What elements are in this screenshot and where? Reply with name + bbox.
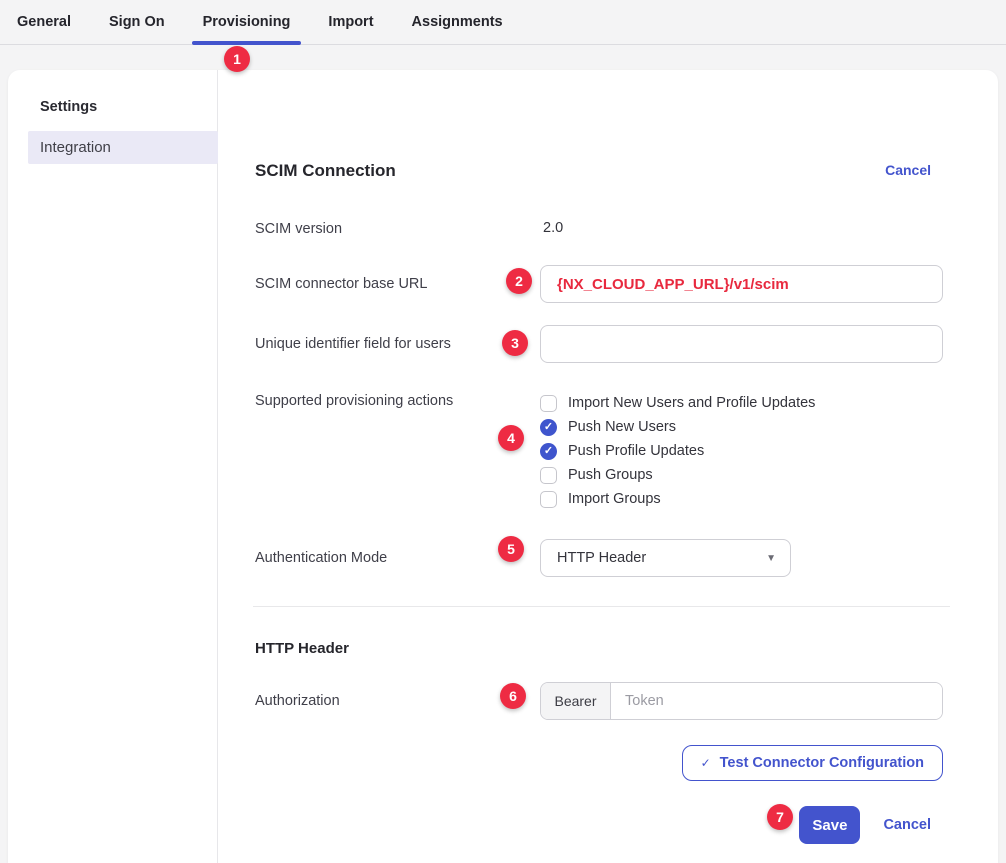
annotation-badge-2: 2	[506, 268, 532, 294]
checkbox-push-groups[interactable]	[540, 467, 557, 484]
scim-version-label: SCIM version	[255, 220, 540, 238]
tab-general[interactable]: General	[6, 0, 82, 44]
authorization-input-group: Bearer	[540, 682, 943, 720]
checkbox-label: Import Groups	[568, 491, 661, 507]
chevron-down-icon: ▼	[766, 553, 776, 564]
test-connector-configuration-button[interactable]: ✓ Test Connector Configuration	[682, 745, 943, 781]
checkbox-row-push-new-users: Push New Users	[540, 415, 943, 439]
unique-identifier-label: Unique identifier field for users	[255, 325, 540, 353]
sidebar-heading: Settings	[8, 99, 217, 115]
checkbox-label: Push New Users	[568, 419, 676, 435]
checkbox-label: Import New Users and Profile Updates	[568, 395, 815, 411]
bearer-prefix: Bearer	[541, 683, 611, 719]
tab-import[interactable]: Import	[317, 0, 384, 44]
annotation-badge-6: 6	[500, 683, 526, 709]
check-icon: ✓	[701, 756, 711, 770]
scim-connection-form: SCIM Connection Cancel SCIM version 2.0 …	[218, 70, 998, 863]
provisioning-actions-label: Supported provisioning actions	[255, 391, 540, 410]
base-url-label: SCIM connector base URL	[255, 265, 540, 293]
annotation-badge-7: 7	[767, 804, 793, 830]
auth-mode-label: Authentication Mode	[255, 539, 540, 567]
token-input[interactable]	[611, 683, 942, 719]
checkbox-import-groups[interactable]	[540, 491, 557, 508]
tab-sign-on[interactable]: Sign On	[98, 0, 176, 44]
auth-mode-selected-value: HTTP Header	[557, 550, 646, 566]
header-cancel-link[interactable]: Cancel	[885, 162, 931, 178]
settings-sidebar: Settings Integration	[8, 70, 218, 863]
tab-assignments[interactable]: Assignments	[401, 0, 514, 44]
authorization-label: Authorization	[255, 682, 540, 710]
annotation-badge-5: 5	[498, 536, 524, 562]
checkbox-label: Push Groups	[568, 467, 653, 483]
section-divider	[253, 606, 950, 607]
footer-cancel-link[interactable]: Cancel	[883, 817, 931, 833]
auth-mode-select[interactable]: HTTP Header ▼	[540, 539, 791, 577]
checkbox-import-new-users-and-profile-updates[interactable]	[540, 395, 557, 412]
unique-identifier-input[interactable]	[540, 325, 943, 363]
checkbox-push-new-users[interactable]	[540, 419, 557, 436]
annotation-badge-3: 3	[502, 330, 528, 356]
annotation-badge-1: 1	[224, 46, 250, 72]
http-header-section-title: HTTP Header	[255, 640, 943, 657]
sidebar-item-integration[interactable]: Integration	[28, 131, 218, 164]
test-button-label: Test Connector Configuration	[720, 755, 924, 771]
annotation-badge-4: 4	[498, 425, 524, 451]
checkbox-row-import-new-users-and-profile-updates: Import New Users and Profile Updates	[540, 391, 943, 415]
page-title: SCIM Connection	[255, 160, 396, 182]
app-tab-bar: General Sign On Provisioning Import Assi…	[0, 0, 1006, 45]
settings-card: Settings Integration SCIM Connection Can…	[8, 70, 998, 863]
checkbox-row-import-groups: Import Groups	[540, 487, 943, 511]
checkbox-row-push-groups: Push Groups	[540, 463, 943, 487]
base-url-input[interactable]	[540, 265, 943, 303]
scim-version-value: 2.0	[540, 220, 943, 236]
tab-provisioning[interactable]: Provisioning	[192, 0, 302, 44]
checkbox-row-push-profile-updates: Push Profile Updates	[540, 439, 943, 463]
checkbox-push-profile-updates[interactable]	[540, 443, 557, 460]
checkbox-label: Push Profile Updates	[568, 443, 704, 459]
save-button[interactable]: Save	[799, 806, 860, 844]
